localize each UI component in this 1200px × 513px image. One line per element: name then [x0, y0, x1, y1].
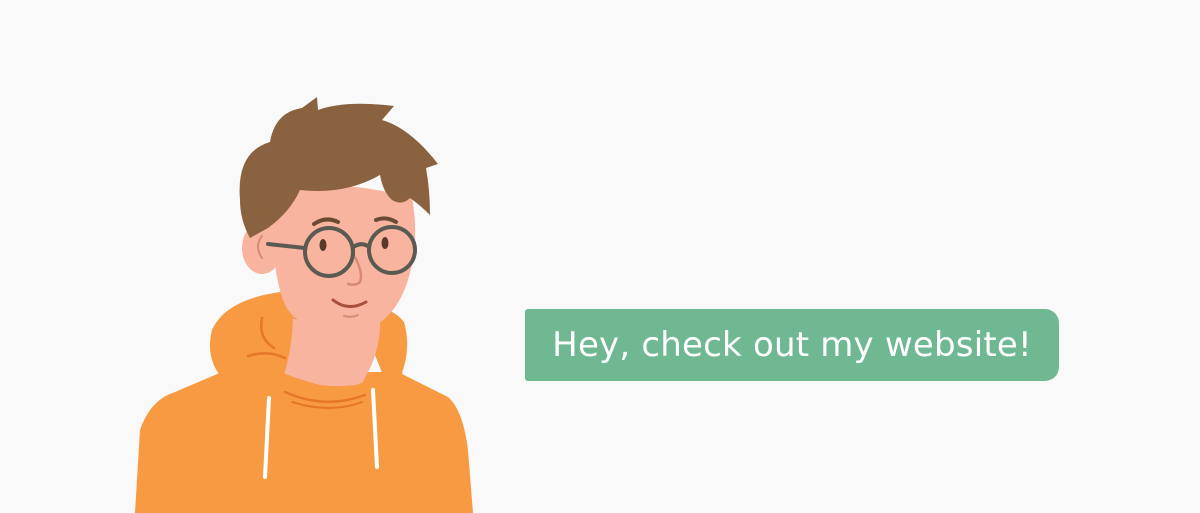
speech-bubble: Hey, check out my website! — [525, 309, 1059, 381]
face — [271, 184, 416, 334]
illustration-scene: Hey, check out my website! — [0, 0, 1200, 513]
speech-bubble-text: Hey, check out my website! — [552, 325, 1032, 365]
person-avatar-illustration — [135, 97, 473, 513]
eye-left — [319, 239, 327, 251]
eye-right — [381, 237, 389, 249]
